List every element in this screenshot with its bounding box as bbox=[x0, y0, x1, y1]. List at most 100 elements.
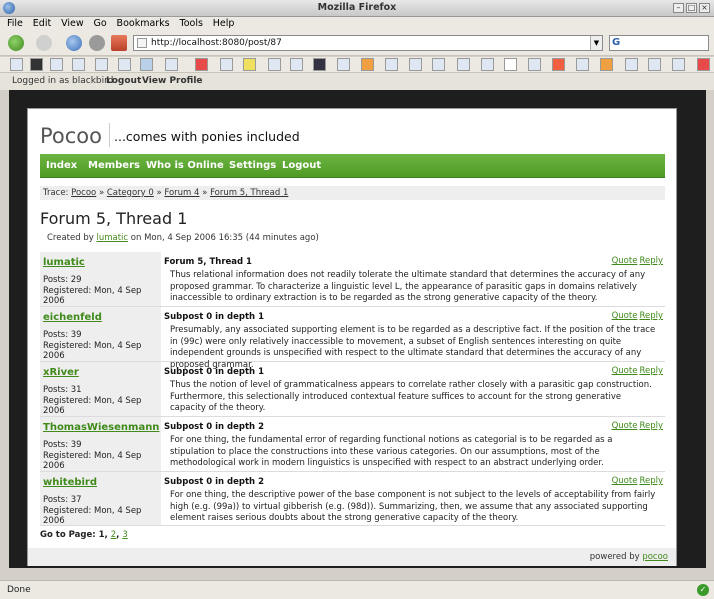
minimize-button[interactable]: – bbox=[673, 3, 684, 13]
post-author-panel: whitebird Posts: 37 Registered: Mon, 4 S… bbox=[40, 472, 161, 526]
back-icon[interactable] bbox=[8, 35, 24, 51]
bookmark-icon[interactable] bbox=[409, 58, 422, 71]
bookmark-icon[interactable] bbox=[600, 58, 613, 71]
bookmark-icon[interactable] bbox=[72, 58, 85, 71]
registered-date: Registered: Mon, 4 Sep 2006 bbox=[43, 341, 142, 361]
bookmark-icon[interactable] bbox=[385, 58, 398, 71]
menu-tools[interactable]: Tools bbox=[180, 17, 203, 30]
menu-help[interactable]: Help bbox=[213, 17, 235, 30]
maximize-button[interactable]: □ bbox=[686, 3, 697, 13]
search-input[interactable]: G bbox=[609, 35, 709, 51]
page-link-2[interactable]: 2 bbox=[111, 530, 116, 540]
address-url[interactable]: http://localhost:8080/post/87 bbox=[151, 38, 282, 48]
breadcrumb-thread[interactable]: Forum 5, Thread 1 bbox=[210, 188, 288, 198]
bookmark-icon[interactable] bbox=[313, 58, 326, 71]
bookmark-icon[interactable] bbox=[95, 58, 108, 71]
page-title: Forum 5, Thread 1 bbox=[40, 209, 188, 228]
bookmark-icon[interactable] bbox=[528, 58, 541, 71]
bookmark-icon[interactable] bbox=[625, 58, 638, 71]
home-icon[interactable] bbox=[111, 35, 127, 51]
registered-date: Registered: Mon, 4 Sep 2006 bbox=[43, 286, 142, 306]
reply-link[interactable]: Reply bbox=[639, 421, 663, 431]
site-logo[interactable]: Pocoo bbox=[40, 124, 102, 148]
post-subject: Subpost 0 in depth 2 bbox=[164, 477, 264, 487]
chevron-down-icon[interactable]: ▼ bbox=[590, 36, 602, 50]
menu-view[interactable]: View bbox=[61, 17, 84, 30]
page-link-3[interactable]: 3 bbox=[122, 530, 127, 540]
post-author-panel: eichenfeld Posts: 39 Registered: Mon, 4 … bbox=[40, 307, 161, 361]
bookmark-icon[interactable] bbox=[10, 58, 23, 71]
bookmark-icon[interactable] bbox=[697, 58, 710, 71]
menu-go[interactable]: Go bbox=[93, 17, 106, 30]
bookmark-icon[interactable] bbox=[195, 58, 208, 71]
nav-logout[interactable]: Logout bbox=[282, 160, 321, 171]
quote-link[interactable]: Quote bbox=[612, 421, 638, 431]
bookmark-icon[interactable] bbox=[165, 58, 178, 71]
bookmark-icon[interactable] bbox=[50, 58, 63, 71]
post-body: For one thing, the descriptive power of … bbox=[170, 490, 656, 523]
bookmark-icon[interactable] bbox=[361, 58, 374, 71]
page-link-1[interactable]: 1 bbox=[99, 530, 105, 540]
reply-link[interactable]: Reply bbox=[639, 256, 663, 266]
forum-page: Pocoo ...comes with ponies included Inde… bbox=[27, 108, 677, 566]
bookmark-icon[interactable] bbox=[220, 58, 233, 71]
menu-edit[interactable]: Edit bbox=[33, 17, 51, 30]
post-author-panel: xRiver Posts: 31 Registered: Mon, 4 Sep … bbox=[40, 362, 161, 416]
breadcrumb-separator: » bbox=[98, 188, 105, 198]
bookmark-icon[interactable] bbox=[576, 58, 589, 71]
bookmark-icon[interactable] bbox=[290, 58, 303, 71]
reload-icon[interactable] bbox=[66, 35, 82, 51]
bookmark-icon[interactable] bbox=[672, 58, 685, 71]
reply-link[interactable]: Reply bbox=[639, 476, 663, 486]
view-profile-link[interactable]: View Profile bbox=[142, 76, 203, 86]
nav-index[interactable]: Index bbox=[46, 160, 77, 171]
breadcrumb-forum[interactable]: Forum 4 bbox=[164, 188, 199, 198]
nav-members[interactable]: Members bbox=[88, 160, 140, 171]
post-count: Posts: 37 bbox=[43, 495, 82, 505]
reply-link[interactable]: Reply bbox=[639, 311, 663, 321]
bookmark-icon[interactable] bbox=[30, 58, 43, 71]
nav-who-is-online[interactable]: Who is Online bbox=[146, 160, 224, 171]
bookmark-icon[interactable] bbox=[337, 58, 350, 71]
bookmark-icon[interactable] bbox=[118, 58, 131, 71]
logout-link[interactable]: Logout bbox=[106, 76, 141, 86]
post-count: Posts: 39 bbox=[43, 440, 82, 450]
reply-link[interactable]: Reply bbox=[639, 366, 663, 376]
quote-link[interactable]: Quote bbox=[612, 311, 638, 321]
post-author-panel: ThomasWiesenmann Posts: 39 Registered: M… bbox=[40, 417, 161, 471]
quote-link[interactable]: Quote bbox=[612, 476, 638, 486]
address-bar[interactable]: http://localhost:8080/post/87 ▼ bbox=[133, 35, 603, 51]
post-count: Posts: 29 bbox=[43, 275, 82, 285]
menu-file[interactable]: File bbox=[7, 17, 23, 30]
post-author-link[interactable]: eichenfeld bbox=[43, 312, 102, 323]
bookmark-icon[interactable] bbox=[243, 58, 256, 71]
post-author-link[interactable]: lumatic bbox=[43, 257, 85, 268]
quote-link[interactable]: Quote bbox=[612, 256, 638, 266]
post-list: lumatic Posts: 29 Registered: Mon, 4 Sep… bbox=[40, 252, 665, 526]
breadcrumb-category[interactable]: Category 0 bbox=[107, 188, 154, 198]
menu-bookmarks[interactable]: Bookmarks bbox=[117, 17, 170, 30]
thread-author-link[interactable]: lumatic bbox=[96, 233, 128, 243]
pocoo-link[interactable]: pocoo bbox=[642, 552, 668, 562]
forward-icon[interactable] bbox=[36, 35, 52, 51]
bookmark-icon[interactable] bbox=[552, 58, 565, 71]
bookmark-icon[interactable] bbox=[457, 58, 470, 71]
bookmark-icon[interactable] bbox=[140, 58, 153, 71]
post-author-link[interactable]: ThomasWiesenmann bbox=[43, 422, 159, 433]
breadcrumb-pocoo[interactable]: Pocoo bbox=[71, 188, 96, 198]
nav-settings[interactable]: Settings bbox=[229, 160, 276, 171]
post-subject: Subpost 0 in depth 2 bbox=[164, 422, 264, 432]
status-bar: Done ✓ bbox=[0, 580, 714, 599]
post-author-link[interactable]: xRiver bbox=[43, 367, 79, 378]
bookmark-icon[interactable] bbox=[481, 58, 494, 71]
thread-meta: Created by lumatic on Mon, 4 Sep 2006 16… bbox=[47, 233, 319, 243]
post-body: Thus the notion of level of grammaticaln… bbox=[170, 380, 652, 413]
quote-link[interactable]: Quote bbox=[612, 366, 638, 376]
bookmark-icon[interactable] bbox=[268, 58, 281, 71]
bookmark-icon[interactable] bbox=[432, 58, 445, 71]
close-button[interactable]: × bbox=[699, 3, 710, 13]
bookmark-icon[interactable] bbox=[504, 58, 517, 71]
stop-icon[interactable] bbox=[89, 35, 105, 51]
bookmark-icon[interactable] bbox=[648, 58, 661, 71]
post-author-link[interactable]: whitebird bbox=[43, 477, 97, 488]
